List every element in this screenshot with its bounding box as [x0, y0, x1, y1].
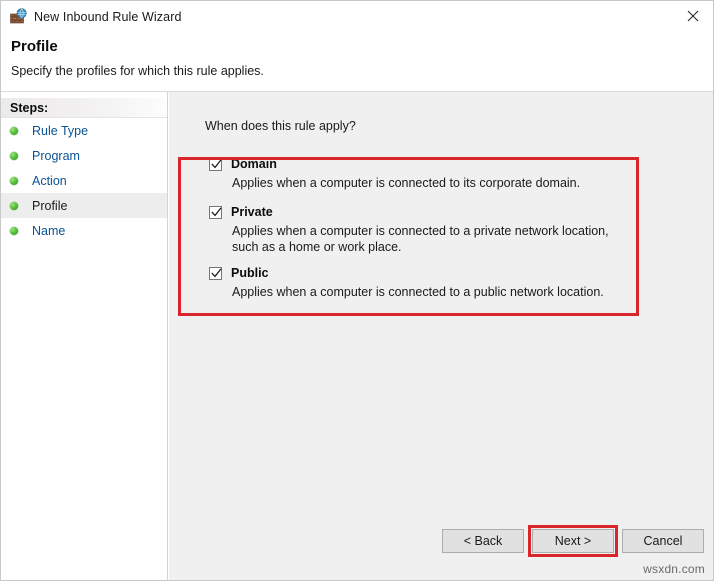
profile-description-domain: Applies when a computer is connected to … — [178, 175, 639, 191]
step-bullet-icon — [10, 202, 18, 210]
profile-description-private: Applies when a computer is connected to … — [178, 223, 639, 255]
page-header: Profile Specify the profiles for which t… — [1, 32, 714, 92]
step-bullet-icon — [10, 227, 18, 235]
wizard-window: New Inbound Rule Wizard Profile Specify … — [0, 0, 714, 581]
profile-options-group: Domain Applies when a computer is connec… — [178, 157, 639, 300]
content-panel: When does this rule apply? Domain Applie… — [169, 92, 714, 581]
sidebar-item-label: Action — [32, 174, 67, 188]
page-title: Profile — [11, 38, 58, 55]
step-bullet-icon — [10, 152, 18, 160]
sidebar-item-name[interactable]: Name — [1, 218, 167, 243]
checkbox-private[interactable] — [209, 206, 222, 219]
profile-name-domain: Domain — [231, 157, 277, 172]
profile-option-domain: Domain Applies when a computer is connec… — [178, 157, 639, 191]
profile-checkbox-row-domain[interactable]: Domain — [178, 157, 639, 172]
sidebar-item-label: Rule Type — [32, 124, 88, 138]
profile-name-private: Private — [231, 205, 273, 220]
question-label: When does this rule apply? — [205, 119, 356, 133]
back-button[interactable]: < Back — [442, 529, 524, 553]
sidebar-item-label: Profile — [32, 199, 67, 213]
close-icon[interactable] — [670, 1, 714, 31]
checkbox-domain[interactable] — [209, 158, 222, 171]
page-subtitle: Specify the profiles for which this rule… — [11, 64, 264, 78]
sidebar-item-label: Name — [32, 224, 65, 238]
cancel-button[interactable]: Cancel — [622, 529, 704, 553]
profile-checkbox-row-public[interactable]: Public — [178, 266, 639, 281]
firewall-globe-icon — [10, 8, 27, 25]
spacer — [178, 191, 639, 205]
next-button[interactable]: Next > — [532, 529, 614, 553]
step-bullet-icon — [10, 177, 18, 185]
checkbox-public[interactable] — [209, 267, 222, 280]
profile-description-public: Applies when a computer is connected to … — [178, 284, 639, 300]
spacer — [178, 255, 639, 266]
sidebar-item-action[interactable]: Action — [1, 168, 167, 193]
window-title: New Inbound Rule Wizard — [34, 10, 182, 24]
profile-option-public: Public Applies when a computer is connec… — [178, 266, 639, 300]
watermark: wsxdn.com — [643, 562, 705, 576]
sidebar-item-profile[interactable]: Profile — [1, 193, 167, 218]
button-bar: < Back Next > Cancel — [169, 529, 714, 559]
profile-name-public: Public — [231, 266, 269, 281]
sidebar-item-label: Program — [32, 149, 80, 163]
steps-header: Steps: — [1, 98, 167, 118]
profile-option-private: Private Applies when a computer is conne… — [178, 205, 639, 255]
step-bullet-icon — [10, 127, 18, 135]
steps-sidebar: Steps: Rule Type Program Action Profile … — [1, 92, 168, 581]
profile-checkbox-row-private[interactable]: Private — [178, 205, 639, 220]
sidebar-item-rule-type[interactable]: Rule Type — [1, 118, 167, 143]
sidebar-item-program[interactable]: Program — [1, 143, 167, 168]
title-bar: New Inbound Rule Wizard — [1, 1, 714, 32]
